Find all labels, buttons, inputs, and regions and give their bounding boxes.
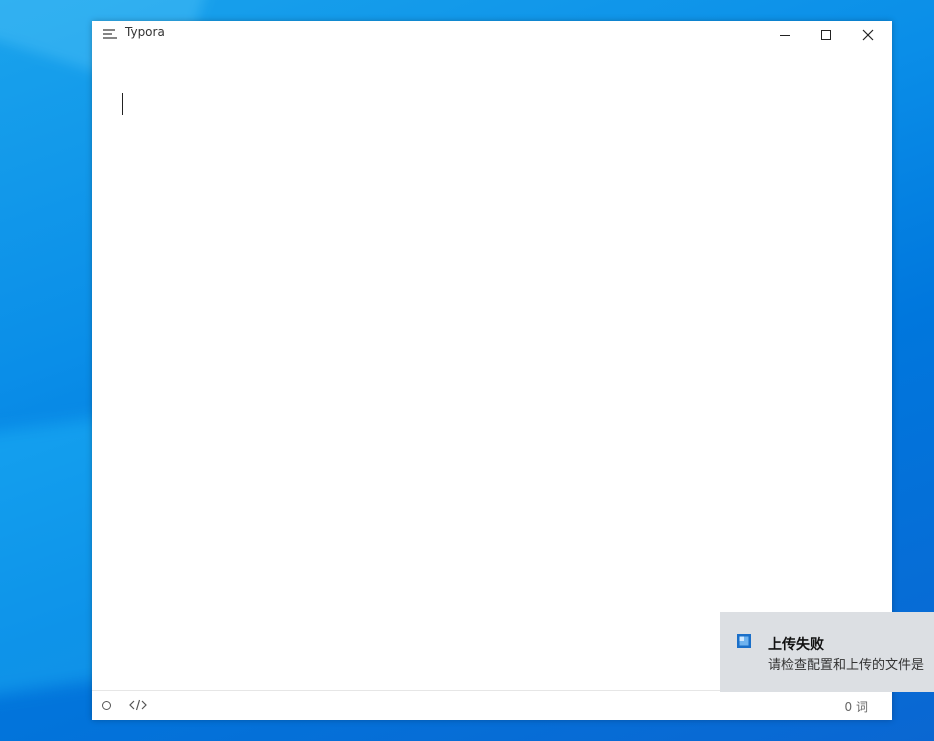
window-title: Typora [125,25,165,39]
app-icon [737,634,751,648]
minimize-icon [780,35,790,36]
upload-failed-notification[interactable]: 上传失败 请检查配置和上传的文件是 [720,612,934,692]
source-code-mode-icon[interactable] [129,698,147,712]
maximize-icon [821,30,831,40]
outline-toggle-circle-icon[interactable] [102,701,111,710]
hamburger-menu-icon[interactable] [102,27,118,41]
title-bar[interactable]: Typora [92,21,892,47]
maximize-button[interactable] [805,21,847,49]
notification-message: 请检查配置和上传的文件是 [768,658,925,673]
close-icon [862,29,874,41]
word-count[interactable]: 0 词 [845,698,868,715]
status-bar: 0 词 [92,690,892,720]
text-cursor [122,93,123,115]
notification-title: 上传失败 [768,637,824,653]
close-button[interactable] [847,21,889,49]
editor-area[interactable] [92,47,892,691]
minimize-button[interactable] [764,21,806,49]
